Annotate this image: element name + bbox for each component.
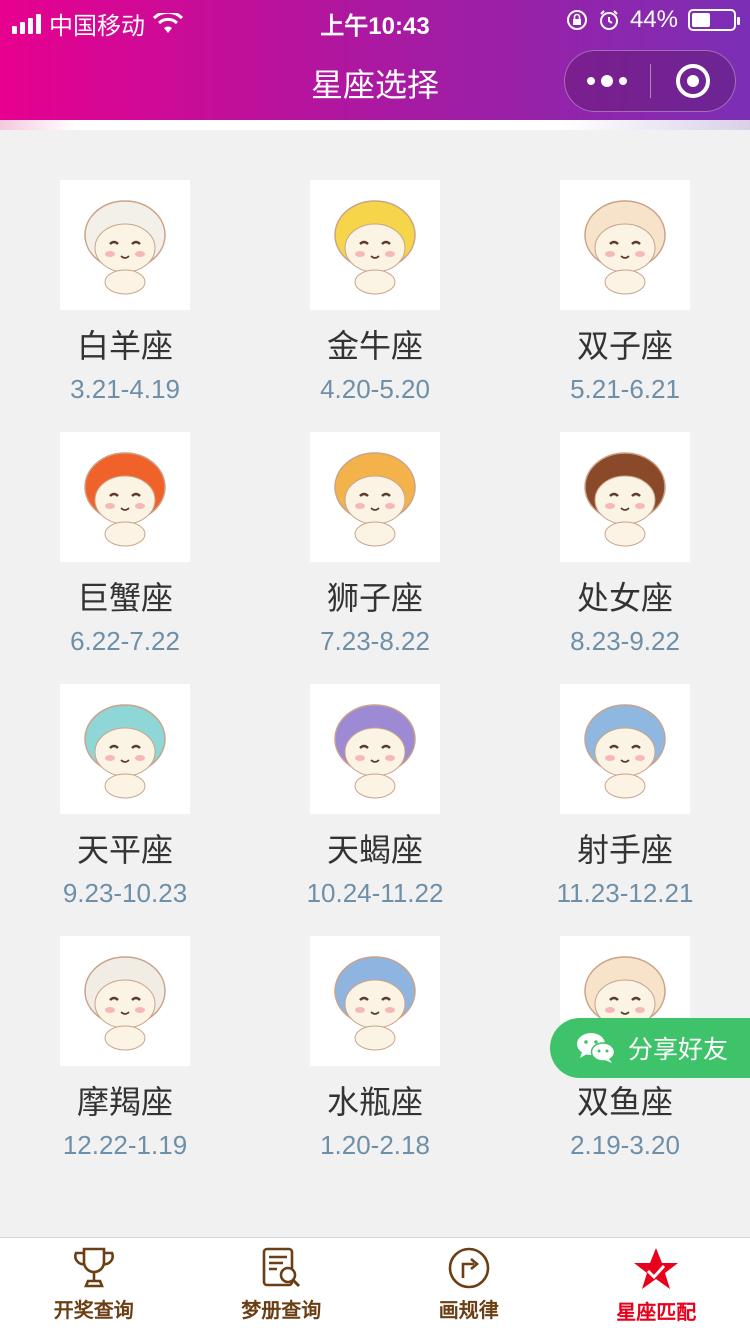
star-icon <box>634 1248 679 1289</box>
zodiac-name: 白羊座 <box>76 328 173 364</box>
zodiac-item[interactable]: 水瓶座 1.20-2.18 <box>250 936 500 1188</box>
zodiac-name: 处女座 <box>576 580 673 616</box>
zodiac-dates: 9.23-10.23 <box>62 878 188 908</box>
zodiac-dates: 4.20-5.20 <box>320 374 430 404</box>
zodiac-dates: 1.20-2.18 <box>320 1130 430 1160</box>
zodiac-item[interactable]: 天平座 9.23-10.23 <box>0 684 250 936</box>
zodiac-item[interactable]: 金牛座 4.20-5.20 <box>250 180 500 432</box>
zodiac-item[interactable]: 处女座 8.23-9.22 <box>500 432 750 684</box>
document-search-icon <box>262 1247 301 1288</box>
wechat-icon <box>577 1033 616 1063</box>
zodiac-name: 狮子座 <box>326 580 423 616</box>
target-close-icon <box>675 64 710 98</box>
zodiac-dates: 5.21-6.21 <box>570 374 680 404</box>
status-right: 44% <box>566 6 740 34</box>
tab-draw-pattern[interactable]: 画规律 <box>375 1238 563 1334</box>
zodiac-name: 天平座 <box>76 832 173 868</box>
battery-icon <box>688 9 740 31</box>
banner-edge <box>0 120 750 130</box>
aquarius-cat-icon <box>310 936 440 1066</box>
cancer-cat-icon <box>60 432 190 562</box>
zodiac-name: 双子座 <box>576 328 673 364</box>
zodiac-dates: 3.21-4.19 <box>70 374 180 404</box>
arrow-circle-icon <box>448 1247 490 1289</box>
status-bar: 中国移动 上午10:43 44% <box>0 0 750 40</box>
more-dots-icon <box>587 75 628 87</box>
leo-cat-icon <box>310 432 440 562</box>
tab-label: 梦册查询 <box>241 1300 322 1322</box>
close-mini-program-button[interactable] <box>651 51 736 111</box>
zodiac-item[interactable]: 射手座 11.23-12.21 <box>500 684 750 936</box>
share-label: 分享好友 <box>628 1036 729 1064</box>
zodiac-name: 双鱼座 <box>576 1084 673 1120</box>
virgo-cat-icon <box>560 432 690 562</box>
zodiac-name: 射手座 <box>576 832 673 868</box>
alarm-icon <box>599 10 618 30</box>
zodiac-item[interactable]: 巨蟹座 6.22-7.22 <box>0 432 250 684</box>
tab-zodiac-match[interactable]: 星座匹配 <box>563 1238 750 1334</box>
battery-percent: 44% <box>629 6 678 33</box>
mini-program-capsule <box>564 50 736 112</box>
capricorn-cat-icon <box>60 936 190 1066</box>
sagittarius-cat-icon <box>560 684 690 814</box>
libra-cat-icon <box>60 684 190 814</box>
gemini-cats-icon <box>560 180 690 310</box>
zodiac-dates: 2.19-3.20 <box>570 1130 680 1160</box>
zodiac-name: 金牛座 <box>326 328 423 364</box>
bottom-tab-bar: 开奖查询 梦册查询 画规律 星座匹配 <box>0 1237 750 1334</box>
zodiac-name: 水瓶座 <box>326 1084 423 1120</box>
tab-label: 星座匹配 <box>616 1302 697 1324</box>
orientation-lock-icon <box>566 10 587 30</box>
aries-cat-icon <box>60 180 190 310</box>
battery-level <box>692 13 710 27</box>
taurus-cat-icon <box>310 180 440 310</box>
zodiac-name: 摩羯座 <box>76 1084 173 1120</box>
zodiac-dates: 10.24-11.22 <box>306 878 444 908</box>
zodiac-item[interactable]: 天蝎座 10.24-11.22 <box>250 684 500 936</box>
tab-dream-book[interactable]: 梦册查询 <box>188 1238 376 1334</box>
tab-label: 开奖查询 <box>53 1300 134 1322</box>
zodiac-item[interactable]: 狮子座 7.23-8.22 <box>250 432 500 684</box>
tab-lottery-results[interactable]: 开奖查询 <box>0 1238 188 1334</box>
zodiac-item[interactable]: 双子座 5.21-6.21 <box>500 180 750 432</box>
tab-label: 画规律 <box>438 1300 499 1322</box>
zodiac-dates: 6.22-7.22 <box>70 626 180 656</box>
zodiac-dates: 7.23-8.22 <box>320 626 430 656</box>
share-friends-button[interactable]: 分享好友 <box>550 1018 750 1078</box>
zodiac-dates: 8.23-9.22 <box>570 626 680 656</box>
zodiac-dates: 12.22-1.19 <box>62 1130 188 1160</box>
zodiac-name: 天蝎座 <box>326 832 423 868</box>
more-button[interactable] <box>565 51 650 111</box>
zodiac-name: 巨蟹座 <box>76 580 173 616</box>
trophy-icon <box>73 1247 114 1288</box>
zodiac-item[interactable]: 摩羯座 12.22-1.19 <box>0 936 250 1188</box>
zodiac-item[interactable]: 白羊座 3.21-4.19 <box>0 180 250 432</box>
zodiac-dates: 11.23-12.21 <box>556 878 694 908</box>
scorpio-cat-icon <box>310 684 440 814</box>
top-navigation-bar: 中国移动 上午10:43 44% 星座选择 <box>0 0 750 120</box>
